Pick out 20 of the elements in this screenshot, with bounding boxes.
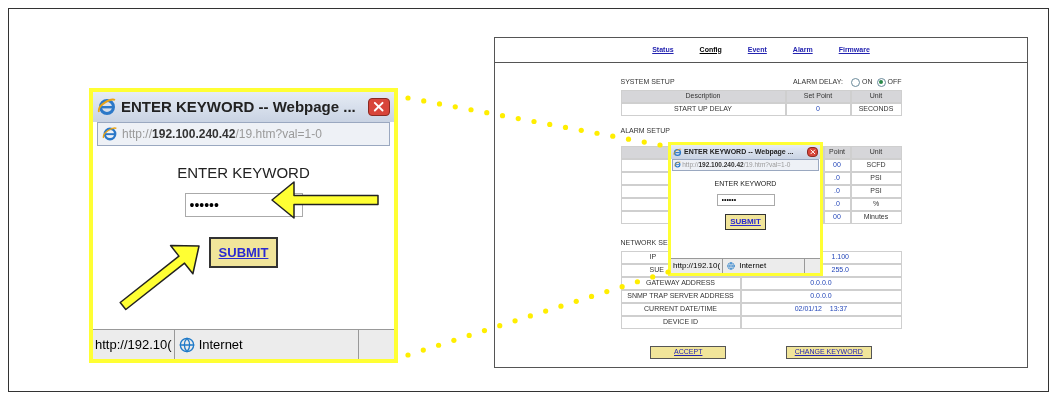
close-icon bbox=[371, 99, 387, 115]
zone-label: Internet bbox=[198, 335, 243, 354]
browser-logo-icon bbox=[97, 97, 117, 117]
radio-button[interactable] bbox=[876, 77, 886, 87]
submit-button[interactable]: SUBMIT bbox=[725, 213, 766, 230]
keyword-field[interactable]: •••••• bbox=[184, 192, 303, 217]
close-icon bbox=[808, 148, 817, 156]
radio-button[interactable] bbox=[851, 77, 860, 87]
browser-logo-icon bbox=[673, 147, 682, 157]
close-button[interactable] bbox=[807, 147, 818, 157]
status-url: http://192.10( bbox=[93, 330, 175, 359]
globe-icon bbox=[727, 262, 736, 270]
browser-logo-icon bbox=[102, 126, 118, 142]
close-button[interactable] bbox=[368, 97, 390, 117]
submit-button[interactable]: SUBMIT bbox=[208, 236, 279, 268]
globe-icon bbox=[178, 336, 195, 353]
window-title: ENTER KEYWORD -- Webpage ... bbox=[121, 96, 356, 117]
browser-logo-icon bbox=[674, 161, 682, 169]
address-text: http://192.100.240.42/19.htm?val=1-0 bbox=[122, 126, 322, 143]
keyword-heading: ENTER KEYWORD bbox=[177, 163, 310, 183]
